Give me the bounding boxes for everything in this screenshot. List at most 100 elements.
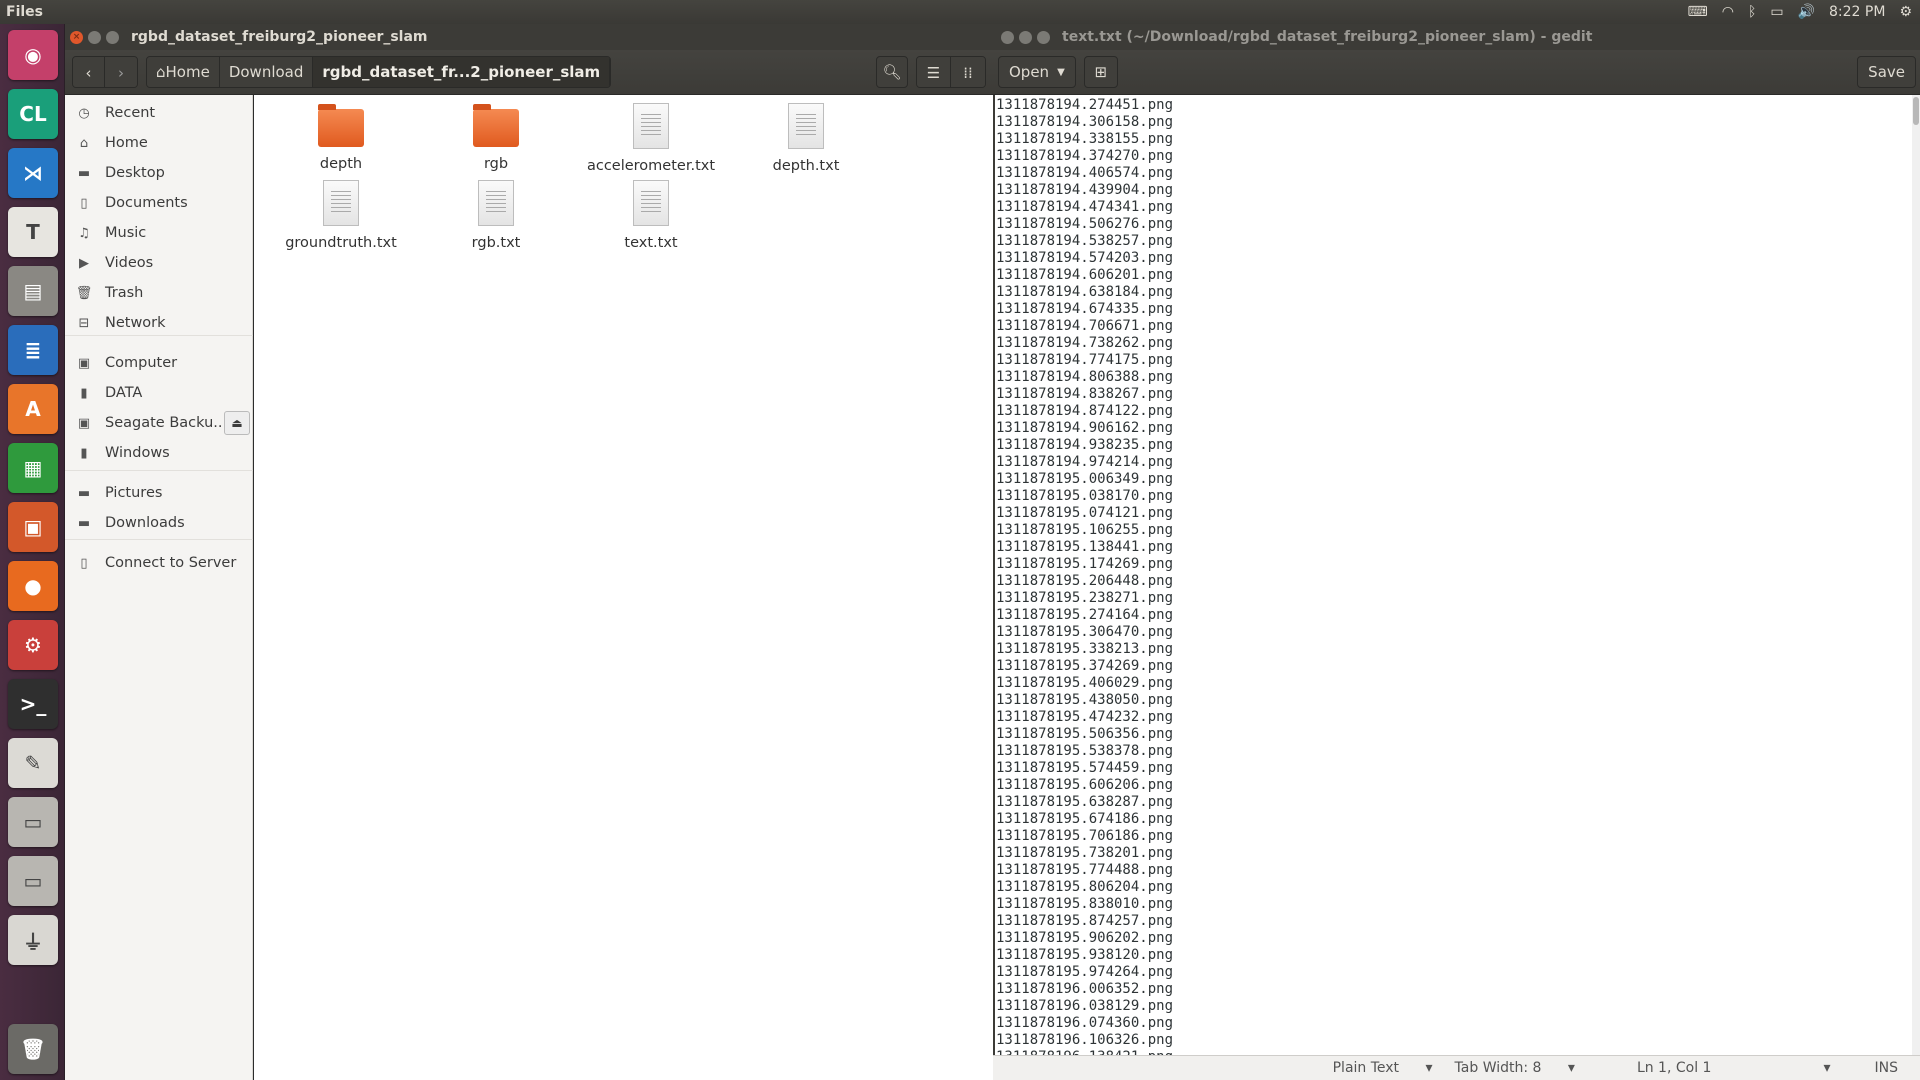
- breadcrumb-download[interactable]: Download: [219, 57, 314, 87]
- launcher-ubuntu-dash[interactable]: ◉: [8, 30, 58, 80]
- bluetooth-icon[interactable]: ᛒ: [1748, 4, 1756, 20]
- sidebar-item-seagate-backu[interactable]: ▣ Seagate Backu... ⏏: [65, 409, 253, 437]
- text-line: 1311878194.674335.png: [996, 301, 1174, 317]
- launcher-terminal[interactable]: >_: [8, 679, 58, 729]
- files-titlebar: × rgbd_dataset_freiburg2_pioneer_slam: [65, 24, 993, 50]
- video-icon: ▶: [79, 255, 89, 271]
- keyboard-icon[interactable]: ⌨: [1688, 4, 1708, 20]
- folder-item[interactable]: depth: [266, 103, 416, 172]
- text-line: 1311878195.606206.png: [996, 777, 1174, 793]
- launcher-clion[interactable]: CL: [8, 89, 58, 139]
- sidebar-item-desktop[interactable]: ▬ Desktop: [65, 159, 253, 187]
- launcher-firefox[interactable]: ●: [8, 561, 58, 611]
- wifi-icon[interactable]: ◠: [1722, 4, 1734, 20]
- sidebar-item-label: Pictures: [105, 485, 163, 501]
- folder-item[interactable]: rgb: [421, 103, 571, 172]
- sidebar-item-label: Connect to Server: [105, 555, 237, 571]
- breadcrumb-home[interactable]: ⌂ Home: [147, 57, 220, 87]
- list-view-button[interactable]: ☰: [917, 57, 951, 87]
- eject-button[interactable]: ⏏: [224, 411, 250, 435]
- launcher-usb-drive[interactable]: ⏚: [8, 915, 58, 965]
- launcher-trash[interactable]: 🗑: [8, 1024, 58, 1074]
- maximize-icon[interactable]: [1037, 30, 1050, 44]
- folder-icon: [473, 104, 519, 147]
- volume-icon[interactable]: 🔊: [1798, 4, 1815, 20]
- file-item[interactable]: text.txt: [576, 180, 726, 251]
- sidebar-item-pictures[interactable]: ▬ Pictures: [65, 479, 253, 507]
- power-gear-icon[interactable]: ⚙: [1899, 4, 1912, 20]
- file-item[interactable]: depth.txt: [731, 103, 881, 174]
- text-line: 1311878195.506356.png: [996, 726, 1174, 742]
- sidebar-item-videos[interactable]: ▶ Videos: [65, 249, 253, 277]
- music-icon: ♫: [78, 225, 90, 241]
- close-icon[interactable]: [1001, 30, 1014, 44]
- launcher-drive-1[interactable]: ▭: [8, 797, 58, 847]
- sidebar-item-downloads[interactable]: ▬ Downloads: [65, 509, 253, 537]
- file-item[interactable]: accelerometer.txt: [576, 103, 726, 174]
- back-button[interactable]: ‹: [73, 57, 105, 87]
- sidebar-item-network[interactable]: ⊟ Network: [65, 309, 253, 337]
- launcher-vscode[interactable]: ⋊: [8, 148, 58, 198]
- text-line: 1311878195.338213.png: [996, 641, 1174, 657]
- launcher-libreoffice-calc[interactable]: ▦: [8, 443, 58, 493]
- close-icon[interactable]: ×: [70, 30, 83, 44]
- launcher: ◉ CL ⋊ T ▤ ≣ A ▦ ▣ ● ⚙ >_ ✎ ▭ ▭ ⏚ 🗑: [0, 24, 65, 1080]
- maximize-icon[interactable]: [106, 30, 119, 44]
- sidebar-item-connect-to-server[interactable]: ▯ Connect to Server: [65, 549, 253, 577]
- text-line: 1311878194.406574.png: [996, 165, 1174, 181]
- battery-icon[interactable]: ▭: [1770, 4, 1783, 20]
- file-view: depth rgb accelerometer.txt depth.txt ground…: [254, 95, 993, 1080]
- launcher-software-center[interactable]: A: [8, 384, 58, 434]
- sidebar-item-data[interactable]: ▮ DATA: [65, 379, 253, 407]
- sidebar-item-computer[interactable]: ▣ Computer: [65, 349, 253, 377]
- minimize-icon[interactable]: [88, 30, 101, 44]
- insert-mode[interactable]: INS: [1875, 1060, 1899, 1076]
- cursor-position[interactable]: Ln 1, Col 1 ▾: [1637, 1060, 1853, 1076]
- forward-button[interactable]: ›: [105, 57, 137, 87]
- launcher-gedit[interactable]: ✎: [8, 738, 58, 788]
- sidebar-item-documents[interactable]: ▯ Documents: [65, 189, 253, 217]
- gedit-toolbar: Open ▼ ⊞ Save: [993, 50, 1920, 95]
- clock[interactable]: 8:22 PM: [1829, 4, 1885, 20]
- text-line: 1311878194.774175.png: [996, 352, 1174, 368]
- launcher-libreoffice-writer[interactable]: ≣: [8, 325, 58, 375]
- text-line: 1311878194.374270.png: [996, 148, 1174, 164]
- scrollbar-thumb[interactable]: [1913, 97, 1919, 125]
- text-file-icon: [478, 180, 514, 226]
- sidebar-item-music[interactable]: ♫ Music: [65, 219, 253, 247]
- launcher-drive-2[interactable]: ▭: [8, 856, 58, 906]
- sidebar-item-home[interactable]: ⌂ Home: [65, 129, 253, 157]
- sidebar-item-label: Network: [105, 315, 166, 331]
- save-button[interactable]: Save: [1857, 56, 1916, 88]
- breadcrumb-current[interactable]: rgbd_dataset_fr...2_pioneer_slam: [313, 57, 611, 87]
- text-line: 1311878195.474232.png: [996, 709, 1174, 725]
- launcher-text-editor[interactable]: T: [8, 207, 58, 257]
- document-icon: ▯: [80, 195, 88, 211]
- grid-view-button[interactable]: ⁞⁞: [951, 57, 985, 87]
- text-line: 1311878194.838267.png: [996, 386, 1174, 402]
- gedit-titlebar: text.txt (~/Download/rgbd_dataset_freibu…: [993, 24, 1920, 50]
- text-line: 1311878195.738201.png: [996, 845, 1174, 861]
- minimize-icon[interactable]: [1019, 30, 1032, 44]
- text-line: 1311878195.874257.png: [996, 913, 1174, 929]
- launcher-libreoffice-impress[interactable]: ▣: [8, 502, 58, 552]
- sidebar-item-windows[interactable]: ▮ Windows: [65, 439, 253, 467]
- text-line: 1311878194.938235.png: [996, 437, 1174, 453]
- launcher-system-settings[interactable]: ⚙: [8, 620, 58, 670]
- search-button[interactable]: 🔍︎: [876, 56, 908, 88]
- text-line: 1311878196.038129.png: [996, 998, 1174, 1014]
- search-icon: 🔍︎: [882, 63, 902, 81]
- text-line: 1311878194.874122.png: [996, 403, 1174, 419]
- tab-width-selector[interactable]: Tab Width: 8 ▾: [1455, 1060, 1575, 1076]
- language-selector[interactable]: Plain Text ▾: [1333, 1060, 1433, 1076]
- vertical-scrollbar[interactable]: [1912, 95, 1920, 1055]
- new-document-button[interactable]: ⊞: [1083, 56, 1118, 88]
- text-editor-area[interactable]: 1311878194.274451.png 1311878194.306158.p…: [993, 95, 1920, 1055]
- launcher-files[interactable]: ▤: [8, 266, 58, 316]
- file-item[interactable]: groundtruth.txt: [266, 180, 416, 251]
- sidebar-item-trash[interactable]: 🗑 Trash: [65, 279, 253, 307]
- file-item[interactable]: rgb.txt: [421, 180, 571, 251]
- text-line: 1311878195.838010.png: [996, 896, 1174, 912]
- sidebar-item-recent[interactable]: ◷ Recent: [65, 99, 253, 127]
- open-button[interactable]: Open ▼: [998, 56, 1076, 88]
